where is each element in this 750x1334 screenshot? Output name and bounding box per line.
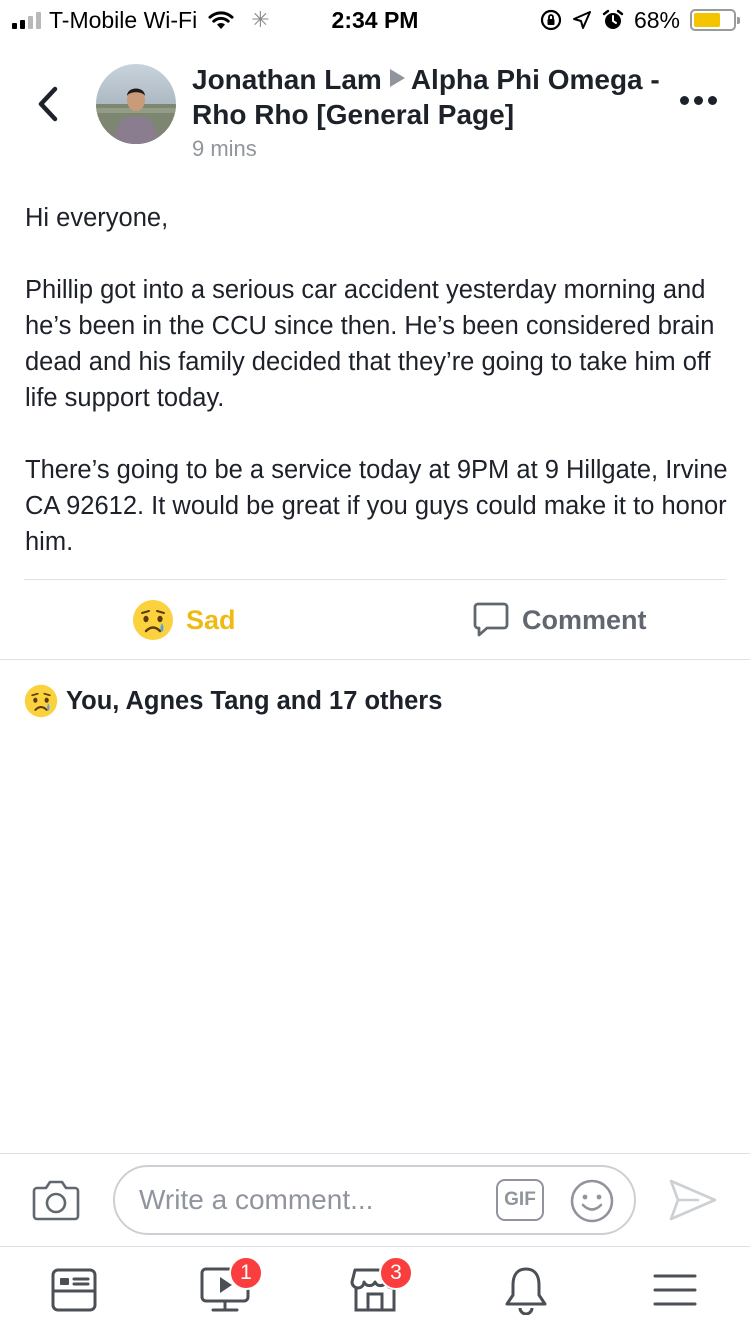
sad-reaction-label: Sad <box>186 604 236 635</box>
emoji-button[interactable] <box>569 1178 615 1229</box>
shared-to-arrow-icon <box>389 69 405 87</box>
post-body: Hi everyone, Phillip got into a serious … <box>25 200 730 596</box>
tab-notifications[interactable] <box>496 1262 556 1318</box>
author-name[interactable]: Jonathan Lam <box>192 64 382 95</box>
video-notification-badge: 1 <box>229 1256 263 1290</box>
smiley-icon <box>570 1179 614 1223</box>
comment-label: Comment <box>522 604 647 635</box>
sad-face-icon <box>133 600 173 640</box>
reactions-summary[interactable]: You, Agnes Tang and 17 others <box>24 684 442 718</box>
comment-button[interactable]: Comment <box>472 580 647 660</box>
post-paragraph: Hi everyone, <box>25 204 169 232</box>
reactions-summary-text: You, Agnes Tang and 17 others <box>66 686 443 715</box>
author-avatar[interactable] <box>96 64 176 144</box>
camera-icon <box>32 1180 80 1221</box>
comment-input[interactable]: Write a comment... GIF <box>113 1165 636 1235</box>
screen-rotation-lock-icon <box>540 9 562 31</box>
location-arrow-icon <box>572 11 591 29</box>
comment-bubble-icon <box>473 602 509 637</box>
tab-menu[interactable] <box>645 1262 705 1318</box>
chevron-left-icon <box>38 86 58 122</box>
sad-face-icon <box>24 684 58 718</box>
back-button[interactable] <box>30 84 66 124</box>
battery-level-fill <box>694 13 720 27</box>
hamburger-menu-icon <box>653 1274 697 1306</box>
divider <box>0 1153 750 1154</box>
post-action-bar: Sad Comment <box>0 580 750 660</box>
send-button[interactable] <box>668 1177 718 1228</box>
post-timestamp[interactable]: 9 mins <box>192 136 257 162</box>
tab-video[interactable]: 1 <box>195 1256 263 1318</box>
battery-percent: 68% <box>633 6 680 33</box>
post-title: Jonathan Lam Alpha Phi Omega - Rho Rho [G… <box>192 62 662 132</box>
bell-icon <box>505 1267 547 1315</box>
sad-reaction-button[interactable]: Sad <box>132 580 236 660</box>
divider <box>0 1246 750 1247</box>
more-dots-icon <box>680 96 689 105</box>
alarm-icon <box>602 9 624 29</box>
send-icon <box>669 1179 717 1221</box>
marketplace-notification-badge: 3 <box>379 1256 413 1290</box>
post-paragraph: Phillip got into a serious car accident … <box>25 276 715 412</box>
comment-placeholder: Write a comment... <box>139 1184 374 1215</box>
status-bar: T-Mobile Wi-Fi ✳ 2:34 PM 68% <box>0 0 750 40</box>
gif-button[interactable]: GIF <box>496 1179 544 1221</box>
post-paragraph: There’s going to be a service today at 9… <box>25 456 728 556</box>
avatar-photo <box>96 64 176 144</box>
tab-news-feed[interactable] <box>44 1262 104 1318</box>
news-feed-icon <box>51 1268 97 1312</box>
camera-button[interactable] <box>32 1178 80 1227</box>
tab-marketplace[interactable]: 3 <box>345 1256 413 1318</box>
divider <box>0 659 750 660</box>
more-options-button[interactable] <box>680 96 717 105</box>
battery-icon <box>690 9 740 31</box>
